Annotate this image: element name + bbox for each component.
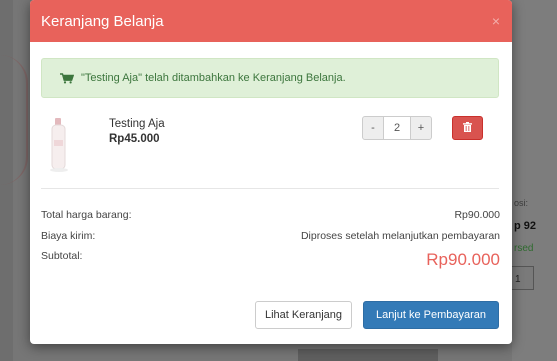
quantity-input[interactable]: 2 bbox=[384, 116, 410, 140]
quantity-stepper: - 2 + bbox=[362, 116, 432, 140]
background-text-fragment: osi: bbox=[514, 198, 529, 208]
view-cart-button[interactable]: Lihat Keranjang bbox=[255, 301, 352, 329]
success-alert: "Testing Aja" telah ditambahkan ke Keran… bbox=[41, 58, 499, 98]
total-label: Total harga barang: bbox=[41, 209, 132, 221]
close-icon[interactable]: × bbox=[492, 13, 500, 29]
increase-quantity-button[interactable]: + bbox=[410, 116, 432, 140]
trash-icon bbox=[463, 119, 472, 137]
product-name[interactable]: Testing Aja bbox=[109, 118, 165, 130]
background-logo-edge bbox=[0, 55, 28, 185]
background-bottom-bar bbox=[298, 349, 438, 361]
shipping-value: Diproses setelah melanjutkan pembayaran bbox=[300, 230, 500, 242]
background-status-fragment: rsed bbox=[514, 243, 534, 254]
alert-message: "Testing Aja" telah ditambahkan ke Keran… bbox=[81, 72, 346, 84]
background-right-panel bbox=[512, 0, 557, 361]
remove-item-button[interactable] bbox=[452, 116, 483, 140]
modal-header: Keranjang Belanja × bbox=[30, 0, 512, 42]
divider bbox=[41, 188, 499, 189]
background-price-fragment: p 92 bbox=[514, 220, 537, 232]
subtotal-label: Subtotal: bbox=[41, 250, 83, 262]
subtotal-value: Rp90.000 bbox=[426, 250, 500, 269]
decrease-quantity-button[interactable]: - bbox=[362, 116, 384, 140]
cart-modal: Keranjang Belanja × "Testing Aja" telah … bbox=[30, 0, 512, 344]
product-price: Rp45.000 bbox=[109, 133, 160, 145]
checkout-button[interactable]: Lanjut ke Pembayaran bbox=[363, 301, 499, 329]
modal-title: Keranjang Belanja bbox=[41, 12, 164, 30]
shipping-label: Biaya kirim: bbox=[41, 230, 96, 242]
total-value: Rp90.000 bbox=[454, 209, 500, 221]
background-qty-fragment: 1 bbox=[515, 274, 521, 285]
product-image[interactable] bbox=[48, 116, 70, 174]
cart-icon bbox=[60, 72, 75, 84]
